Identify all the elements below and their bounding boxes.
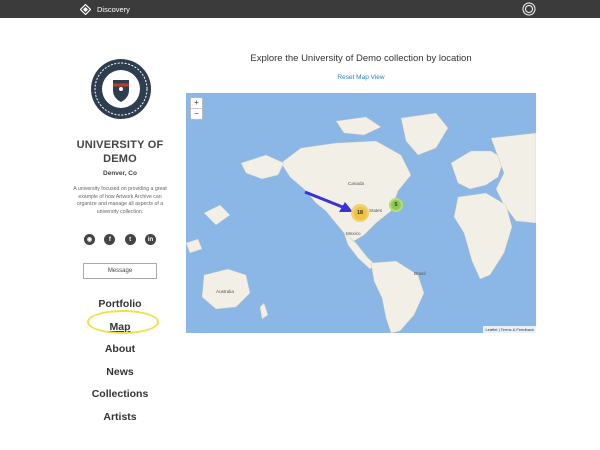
reset-map-view-link[interactable]: Reset Map View — [186, 74, 536, 81]
institution-location: Denver, Co — [103, 170, 137, 177]
highlight-ellipse-annotation — [87, 310, 159, 334]
globe-icon[interactable]: ◉ — [84, 234, 95, 245]
top-navigation-bar: Discovery — [0, 0, 600, 18]
nav-label: Artists — [103, 410, 137, 423]
nav-label: Collections — [91, 388, 149, 401]
page-title: Explore the University of Demo collectio… — [250, 53, 472, 64]
social-links: ◉ f t in — [84, 234, 156, 245]
nav-item-collections[interactable]: Collections — [62, 383, 178, 406]
facebook-icon[interactable]: f — [104, 234, 116, 245]
cluster-count: 18 — [353, 206, 367, 220]
map-cluster-marker[interactable]: 18 — [351, 204, 369, 222]
archive-logo-icon[interactable] — [79, 3, 91, 15]
zoom-in-button[interactable]: + — [191, 98, 202, 109]
twitter-icon[interactable]: t — [124, 234, 136, 245]
nav-item-about[interactable]: About — [62, 338, 178, 361]
brand-label[interactable]: Discovery — [97, 5, 130, 14]
map-label-canada: Canada — [348, 181, 365, 186]
cluster-count: 5 — [391, 200, 401, 210]
zoom-control: + − — [190, 97, 203, 120]
institution-name-line1: UNIVERSITY OF — [76, 139, 164, 151]
map-label-states: States — [369, 208, 383, 213]
map-label-australia: Australia — [216, 289, 234, 294]
user-avatar-icon[interactable] — [522, 2, 536, 16]
message-button[interactable]: Message — [83, 263, 157, 279]
institution-name-line2: DEMO — [103, 153, 137, 165]
nav-item-artists[interactable]: Artists — [62, 406, 178, 429]
map-cluster-marker[interactable]: 5 — [389, 198, 403, 212]
nav-label: News — [106, 365, 134, 378]
nav-label: About — [104, 343, 136, 356]
institution-name: UNIVERSITY OF DEMO — [62, 138, 178, 166]
map-label-mexico: Mexico — [346, 231, 361, 236]
nav-label: Portfolio — [98, 298, 142, 311]
map-label-brasil: Brasil — [414, 271, 426, 276]
map-attribution[interactable]: Leaflet | Terms & Feedback — [483, 326, 536, 333]
zoom-out-button[interactable]: − — [191, 109, 202, 119]
world-map[interactable]: + − Canada States Mexico Brasil Australi… — [186, 93, 536, 333]
linkedin-icon[interactable]: in — [144, 234, 156, 245]
institution-description: A university focused on providing a grea… — [73, 186, 167, 215]
university-seal-logo — [90, 58, 152, 120]
nav-item-news[interactable]: News — [62, 361, 178, 384]
